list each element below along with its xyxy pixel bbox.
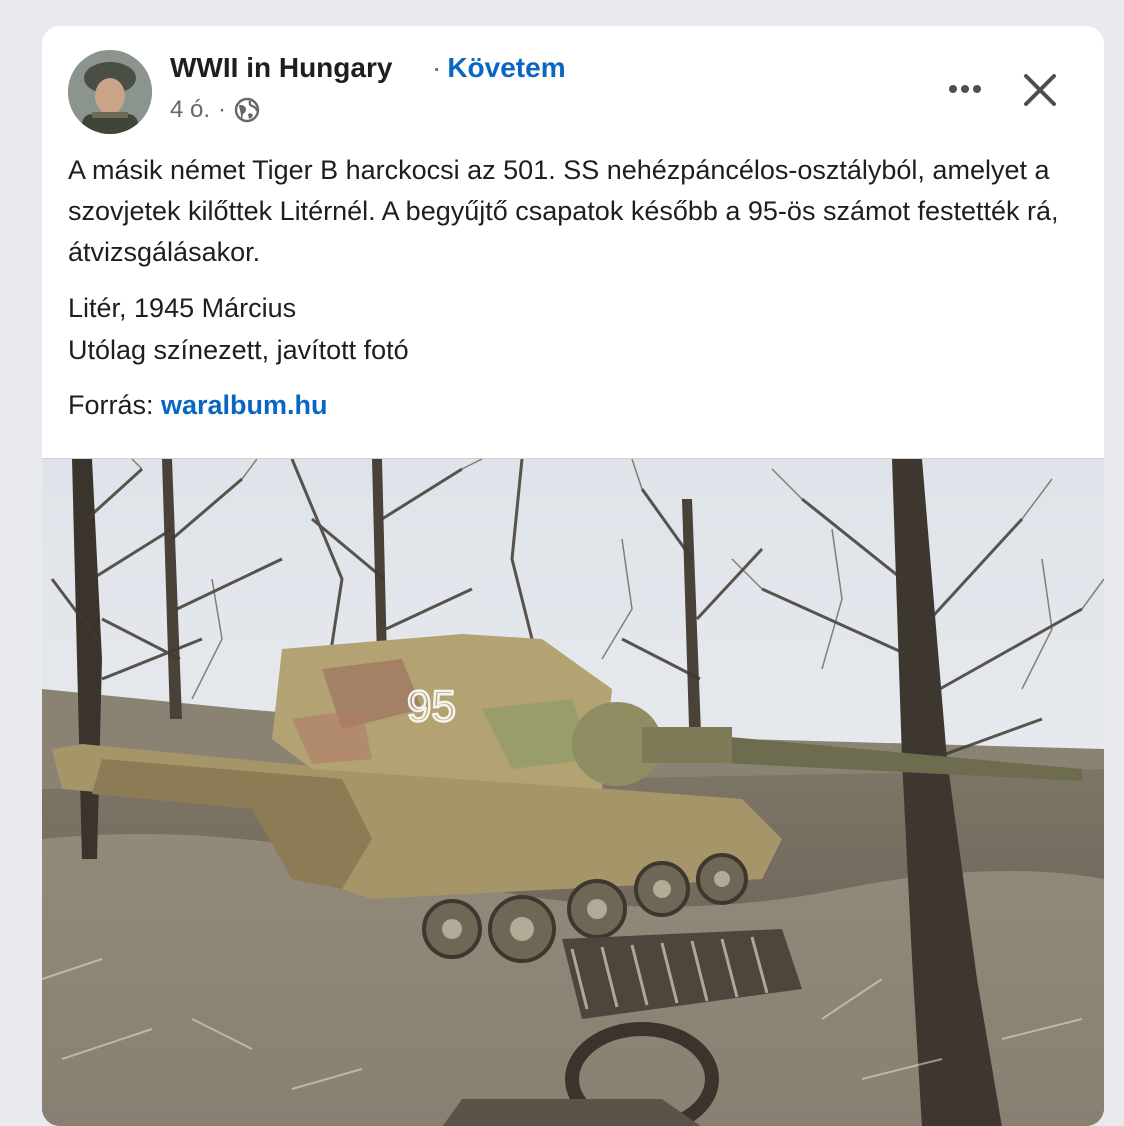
meta-separator: · [218,96,227,123]
follow-button[interactable]: · Követem [432,52,566,84]
location-line: Litér, 1945 Március [68,293,297,323]
tank-number: 95 [407,682,456,731]
more-options-icon[interactable] [942,74,988,104]
source-label: Forrás: [68,390,162,420]
page-name[interactable]: WWII in Hungary [170,52,392,84]
note-line: Utólag színezett, javított fotó [68,335,409,365]
avatar[interactable] [68,50,152,134]
post-card: WWII in Hungary · Követem 4 ó. · A másik… [42,26,1104,1126]
close-icon[interactable] [1018,68,1062,112]
follow-separator: · [432,52,442,83]
source-link[interactable]: waralbum.hu [161,390,328,420]
post-caption: Litér, 1945 Március Utólag színezett, ja… [68,287,1088,371]
post-time[interactable]: 4 ó. [170,96,210,124]
globe-icon [234,97,260,123]
post-photo[interactable]: 95 [42,458,1104,1126]
post-text: A másik német Tiger B harckocsi az 501. … [68,150,1088,440]
source-line: Forrás: waralbum.hu [68,385,1088,426]
post-header: WWII in Hungary · Követem 4 ó. · [42,26,1104,146]
follow-label: Követem [447,52,566,83]
post-paragraph: A másik német Tiger B harckocsi az 501. … [68,155,1059,267]
post-meta: 4 ó. · [170,96,260,124]
